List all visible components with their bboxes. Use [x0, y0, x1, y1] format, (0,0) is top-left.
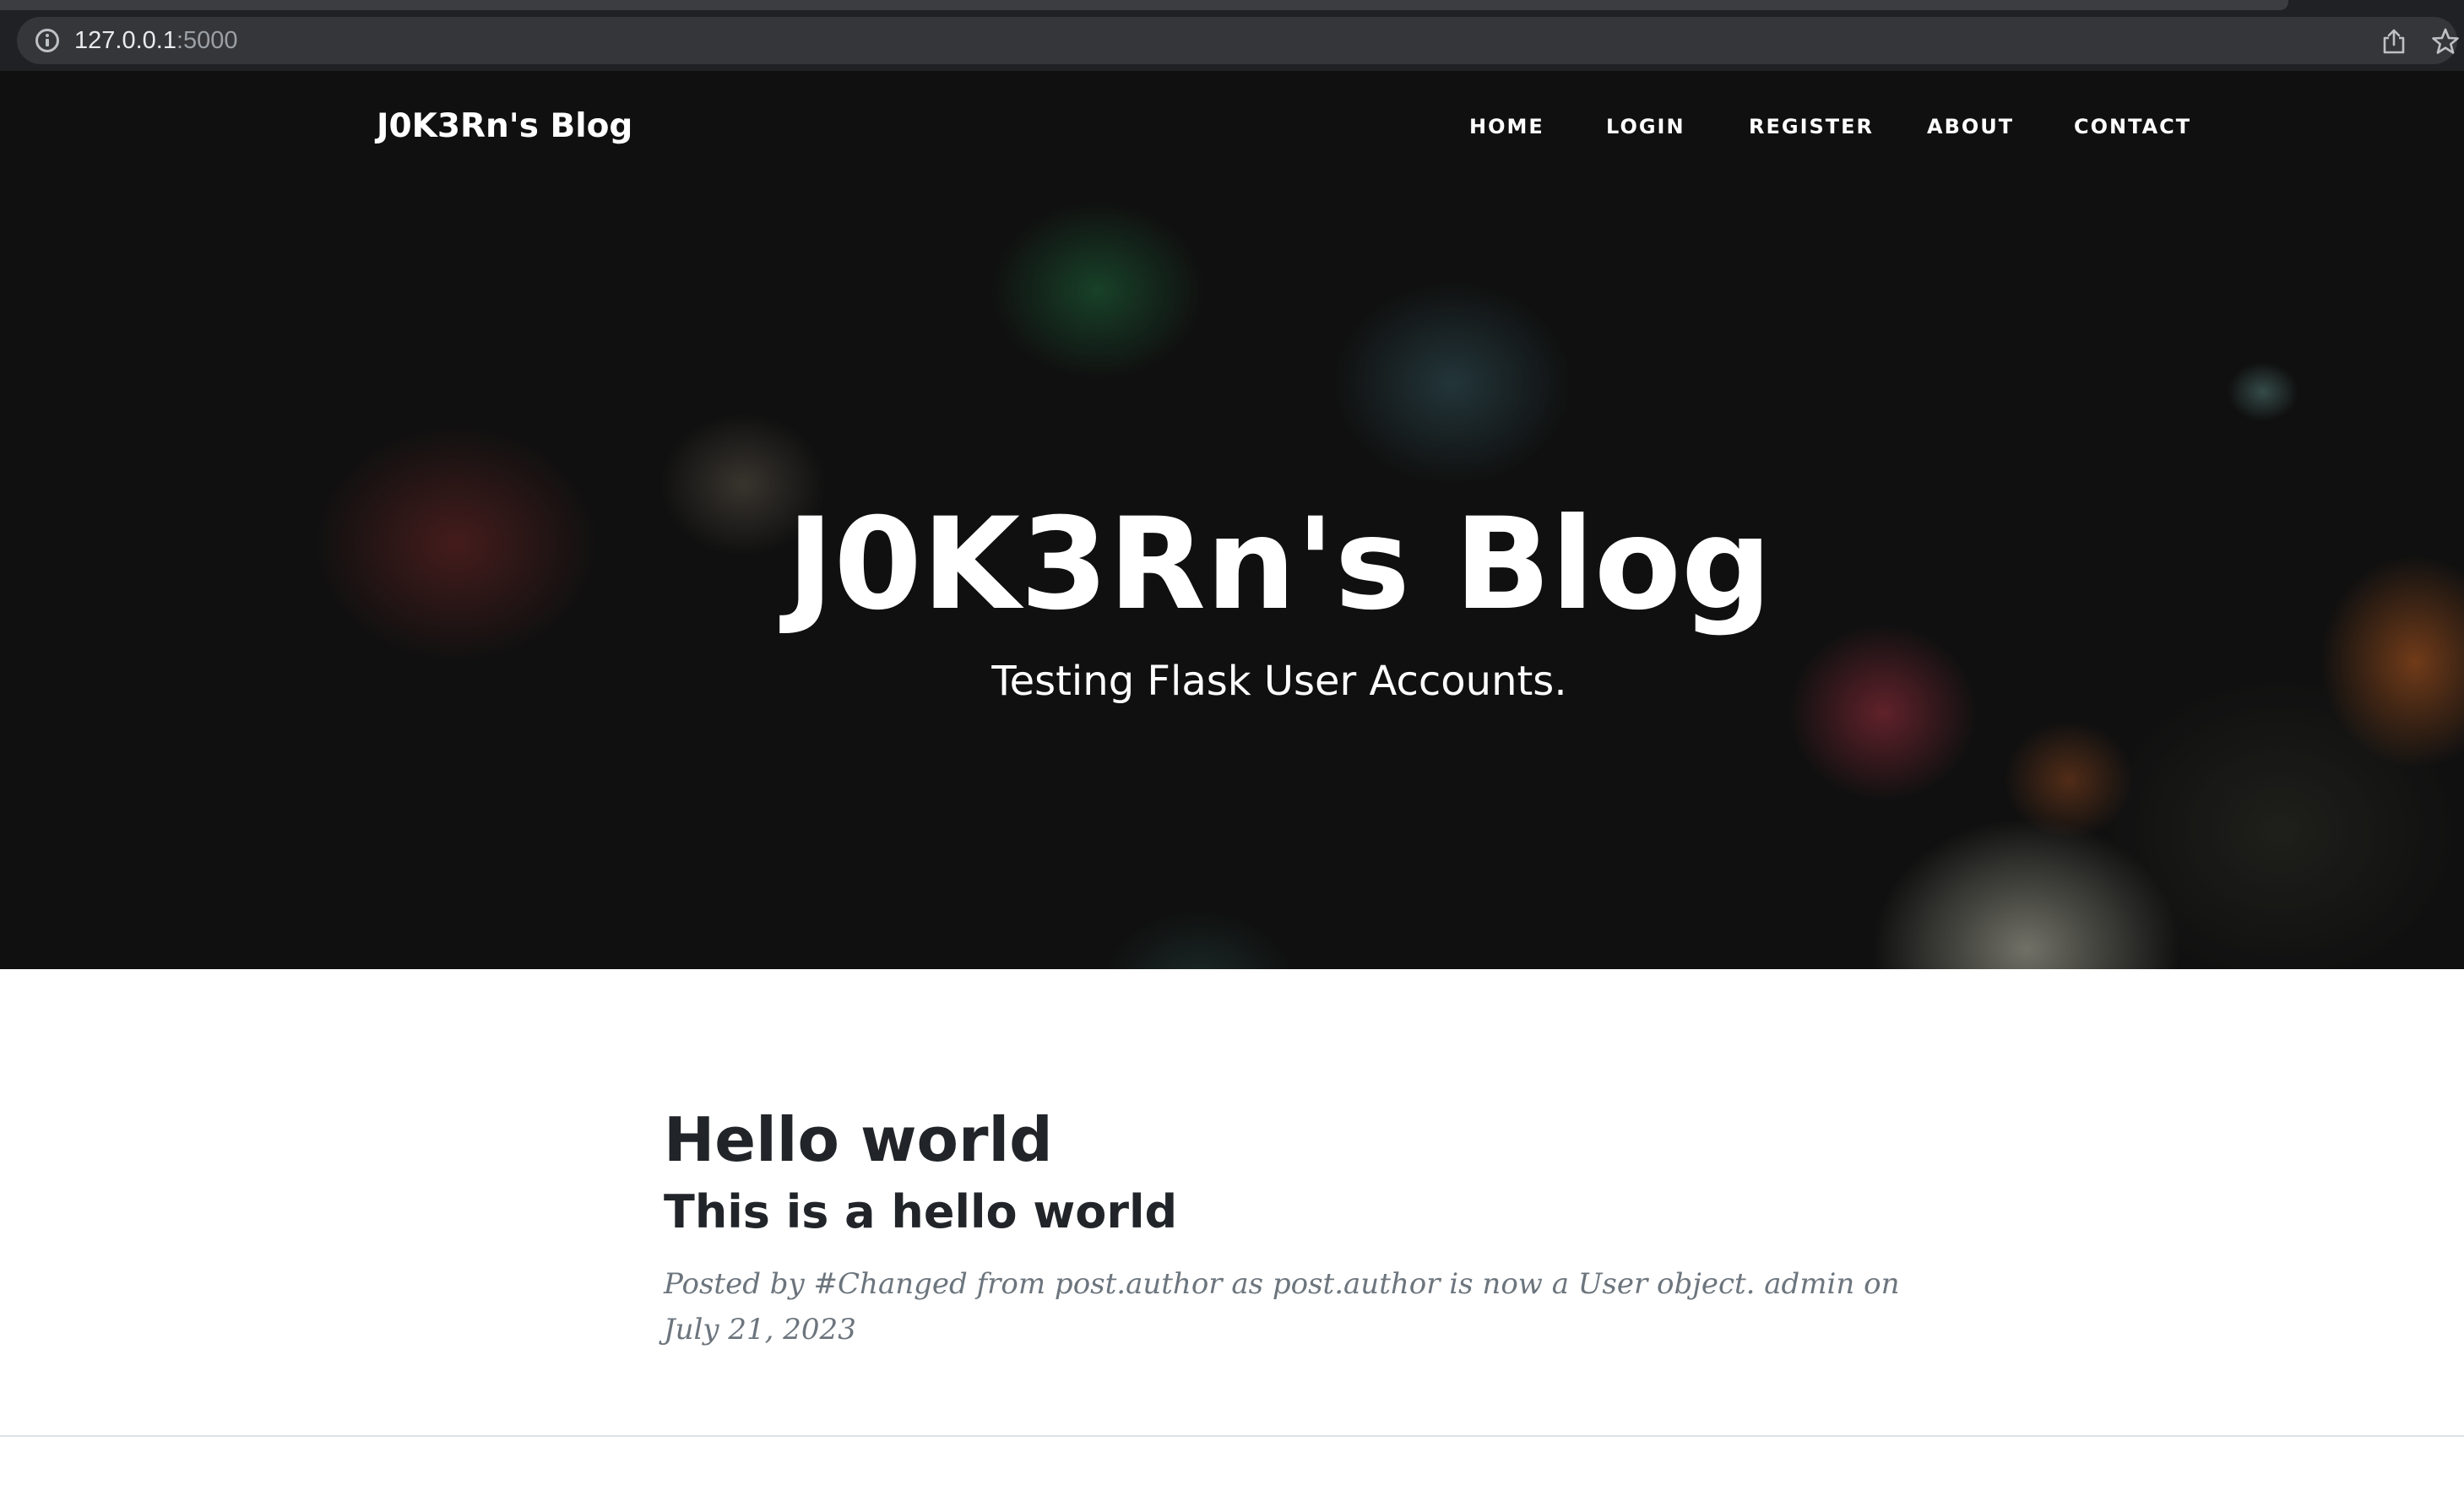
info-icon[interactable] [35, 29, 59, 52]
post-link[interactable]: Hello world This is a hello world [664, 1097, 1913, 1246]
post-title[interactable]: Hello world [664, 1097, 1913, 1182]
url-text[interactable]: 127.0.0.1:5000 [74, 27, 238, 54]
main-navbar: J0K3Rn's Blog Home Login Register About … [0, 71, 2464, 186]
nav-link-about[interactable]: About [1927, 111, 2014, 142]
url-port: :5000 [176, 27, 238, 54]
share-icon[interactable] [2380, 27, 2408, 56]
nav-link-login[interactable]: Login [1606, 111, 1685, 142]
address-bar[interactable]: 127.0.0.1:5000 [17, 17, 2459, 64]
post-subtitle[interactable]: This is a hello world [664, 1179, 1913, 1246]
hero-title: J0K3Rn's Blog [786, 491, 1772, 638]
hero-subtitle: Testing Flask User Accounts. [991, 658, 1567, 705]
nav-link-register[interactable]: Register [1749, 111, 1874, 142]
star-icon[interactable] [2430, 26, 2461, 57]
post-divider [0, 1435, 2464, 1437]
hero-header: J0K3Rn's Blog Testing Flask User Account… [0, 71, 2464, 969]
nav-link-contact[interactable]: Contact [2074, 111, 2191, 142]
post-meta: Posted by #Changed from post.author as p… [664, 1267, 1900, 1347]
nav-link-home[interactable]: Home [1469, 111, 1544, 142]
tab-strip [0, 0, 2288, 10]
navbar-brand[interactable]: J0K3Rn's Blog [377, 103, 632, 150]
url-host: 127.0.0.1 [74, 27, 176, 54]
post-preview: Hello world This is a hello world Posted… [664, 1097, 1913, 1352]
browser-toolbar: 127.0.0.1:5000 [0, 0, 2464, 71]
